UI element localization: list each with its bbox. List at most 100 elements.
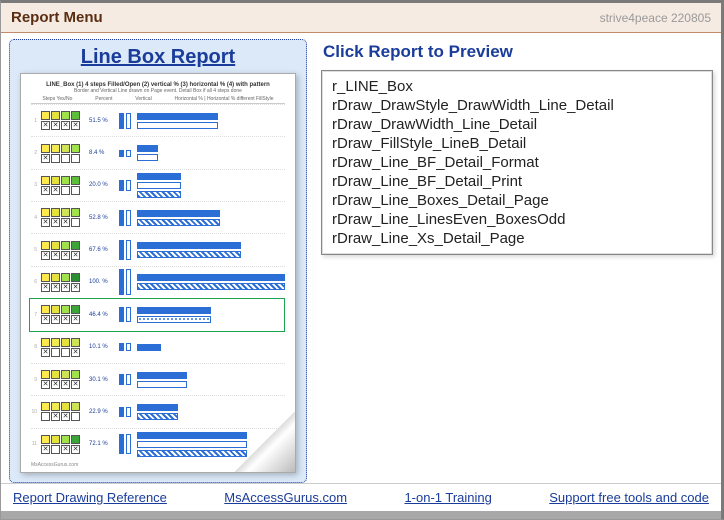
checkbox: ✕ (51, 315, 60, 324)
swatches: ✕✕ (41, 402, 85, 421)
titlebar: Report Menu strive4peace 220805 (1, 3, 721, 33)
swatch (51, 241, 60, 250)
bar (137, 372, 187, 379)
swatch (41, 305, 50, 314)
row-number: 9 (31, 377, 37, 383)
horizontal-bars (137, 372, 285, 388)
preview-row: 2✕8.4 % (31, 136, 285, 168)
checkbox: ✕ (41, 218, 50, 227)
percent-value: 22.9 % (89, 409, 115, 415)
swatches: ✕✕ (41, 338, 85, 357)
report-item[interactable]: r_LINE_Box (332, 77, 702, 96)
report-list[interactable]: r_LINE_BoxrDraw_DrawStyle_DrawWidth_Line… (321, 70, 713, 255)
report-item[interactable]: rDraw_DrawWidth_Line_Detail (332, 115, 702, 134)
checkbox (61, 186, 70, 195)
swatches: ✕ (41, 144, 85, 163)
bar (137, 145, 158, 152)
swatch (41, 338, 50, 347)
preview-title-link[interactable]: Line Box Report (81, 46, 235, 69)
swatch (41, 370, 50, 379)
percent-value: 46.4 % (89, 312, 115, 318)
preview-row: 7✕✕✕✕46.4 % (31, 298, 285, 330)
footer-link[interactable]: MsAccessGurus.com (224, 490, 347, 505)
checkbox: ✕ (51, 218, 60, 227)
swatch (71, 176, 80, 185)
row-number: 3 (31, 182, 37, 188)
swatch (61, 176, 70, 185)
bar (137, 307, 211, 314)
horizontal-bars (137, 210, 285, 226)
checkbox (51, 154, 60, 163)
checkbox: ✕ (41, 154, 50, 163)
footer-link[interactable]: Support free tools and code (549, 490, 709, 505)
checkbox: ✕ (71, 315, 80, 324)
row-number: 5 (31, 247, 37, 253)
swatch (51, 435, 60, 444)
preview-page[interactable]: LINE_Box (1) 4 steps Filled/Open (2) ver… (20, 73, 296, 473)
swatch (61, 241, 70, 250)
swatch (71, 241, 80, 250)
report-item[interactable]: rDraw_Line_BF_Detail_Print (332, 172, 702, 191)
vertical-bars (119, 150, 133, 157)
checkbox (51, 348, 60, 357)
percent-value: 67.6 % (89, 247, 115, 253)
checkbox: ✕ (71, 445, 80, 454)
swatches: ✕✕✕ (41, 435, 85, 454)
preview-row: 3✕✕20.0 % (31, 169, 285, 201)
swatches: ✕✕✕✕ (41, 273, 85, 292)
swatch (51, 305, 60, 314)
checkbox: ✕ (41, 380, 50, 389)
bar (137, 191, 181, 198)
footer-link[interactable]: 1-on-1 Training (404, 490, 491, 505)
horizontal-bars (137, 242, 285, 258)
report-item[interactable]: rDraw_FillStyle_LineB_Detail (332, 134, 702, 153)
report-item[interactable]: rDraw_Line_Boxes_Detail_Page (332, 191, 702, 210)
row-number: 4 (31, 215, 37, 221)
swatch (71, 402, 80, 411)
report-item[interactable]: rDraw_DrawStyle_DrawWidth_Line_Detail (332, 96, 702, 115)
swatch (61, 305, 70, 314)
bar (137, 432, 247, 439)
checkbox: ✕ (71, 380, 80, 389)
checkbox: ✕ (61, 315, 70, 324)
vertical-bars (119, 180, 133, 191)
checkbox: ✕ (41, 445, 50, 454)
checkbox (71, 218, 80, 227)
checkbox: ✕ (41, 283, 50, 292)
checkbox: ✕ (71, 348, 80, 357)
percent-value: 51.5 % (89, 118, 115, 124)
checkbox (61, 348, 70, 357)
checkbox: ✕ (51, 186, 60, 195)
report-item[interactable]: rDraw_Line_BF_Detail_Format (332, 153, 702, 172)
swatch (71, 338, 80, 347)
checkbox: ✕ (41, 348, 50, 357)
percent-value: 10.1 % (89, 344, 115, 350)
bottom-bar (1, 511, 721, 519)
horizontal-bars (137, 274, 285, 290)
swatch (61, 111, 70, 120)
checkbox: ✕ (51, 251, 60, 260)
swatch (61, 144, 70, 153)
swatch (61, 370, 70, 379)
report-menu-window: Report Menu strive4peace 220805 Line Box… (0, 0, 724, 520)
percent-value: 20.0 % (89, 182, 115, 188)
swatches: ✕✕✕✕ (41, 111, 85, 130)
report-item[interactable]: rDraw_Line_Xs_Detail_Page (332, 229, 702, 248)
checkbox: ✕ (61, 121, 70, 130)
bar (137, 122, 218, 129)
report-item[interactable]: rDraw_Line_LinesEven_BoxesOdd (332, 210, 702, 229)
swatch (51, 273, 60, 282)
swatch (71, 208, 80, 217)
window-meta: strive4peace 220805 (600, 11, 711, 25)
vertical-bars (119, 343, 133, 351)
row-number: 7 (31, 312, 37, 318)
footer-link[interactable]: Report Drawing Reference (13, 490, 167, 505)
checkbox: ✕ (61, 445, 70, 454)
checkbox: ✕ (61, 412, 70, 421)
checkbox: ✕ (51, 380, 60, 389)
swatch (51, 370, 60, 379)
checkbox: ✕ (71, 251, 80, 260)
swatch (61, 273, 70, 282)
swatch (41, 273, 50, 282)
checkbox (71, 154, 80, 163)
